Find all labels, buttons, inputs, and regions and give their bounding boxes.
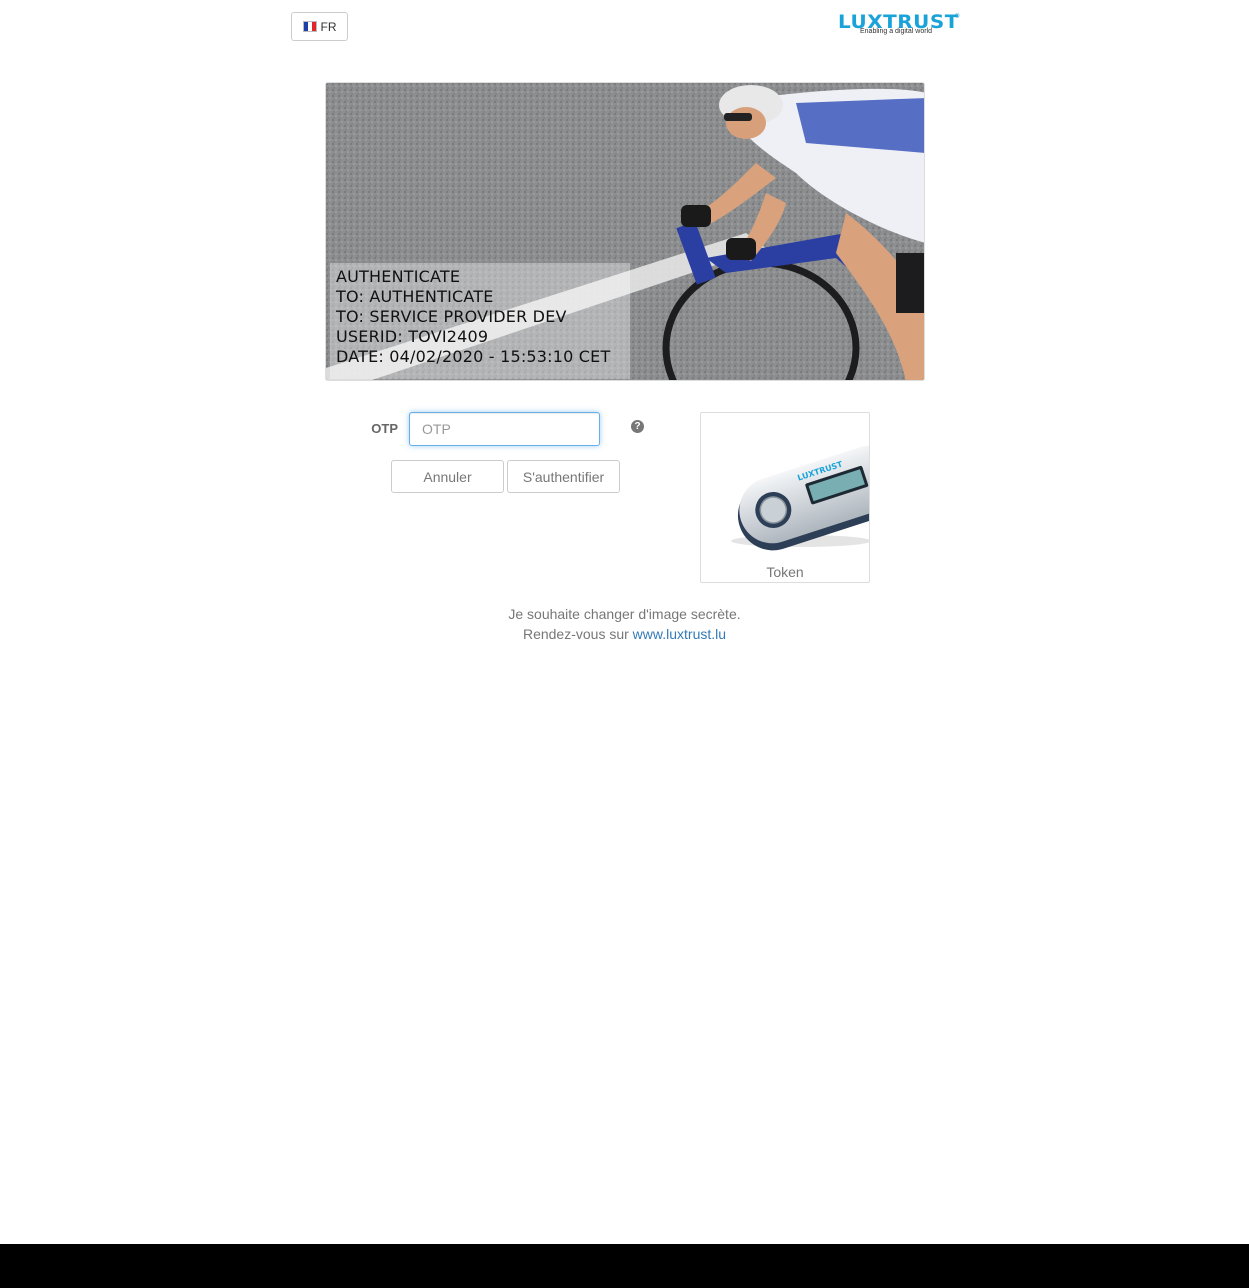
language-selector-button[interactable]: FR [291, 12, 348, 41]
bottom-bar [0, 1244, 1249, 1288]
logo-tagline: Enabling a digital world [860, 28, 932, 35]
language-code: FR [320, 19, 337, 34]
change-image-text: Je souhaite changer d'image secrète. [508, 606, 741, 622]
secret-line: DATE: 04/02/2020 - 15:53:10 CET [336, 347, 611, 366]
secret-line: USERID: TOVI2409 [336, 327, 489, 346]
otp-label: OTP [371, 421, 398, 436]
token-card[interactable]: LUXTRUST Token [700, 412, 870, 583]
change-image-info: Je souhaite changer d'image secrète. Ren… [0, 604, 1249, 644]
secret-line: TO: AUTHENTICATE [336, 287, 494, 306]
visit-line: Rendez-vous sur www.luxtrust.lu [0, 624, 1249, 644]
otp-input[interactable] [409, 412, 600, 446]
logo-registered-mark: ® [955, 14, 960, 20]
secret-line: TO: SERVICE PROVIDER DEV [336, 307, 567, 326]
secret-text: AUTHENTICATE TO: AUTHENTICATE TO: SERVIC… [336, 267, 610, 367]
france-flag-icon [302, 21, 317, 32]
luxtrust-link[interactable]: www.luxtrust.lu [633, 626, 726, 642]
question-circle-icon[interactable]: ? [631, 420, 644, 433]
secret-line: AUTHENTICATE [336, 267, 461, 286]
token-label: Token [766, 564, 804, 580]
token-device-icon: LUXTRUST [731, 445, 869, 551]
luxtrust-logo: LUXTRUST ® Enabling a digital world [838, 12, 960, 38]
authenticate-button[interactable]: S'authentifier [507, 460, 620, 493]
secret-image: AUTHENTICATE TO: AUTHENTICATE TO: SERVIC… [325, 82, 925, 381]
cancel-button[interactable]: Annuler [391, 460, 504, 493]
visit-prefix: Rendez-vous sur [522, 626, 629, 642]
